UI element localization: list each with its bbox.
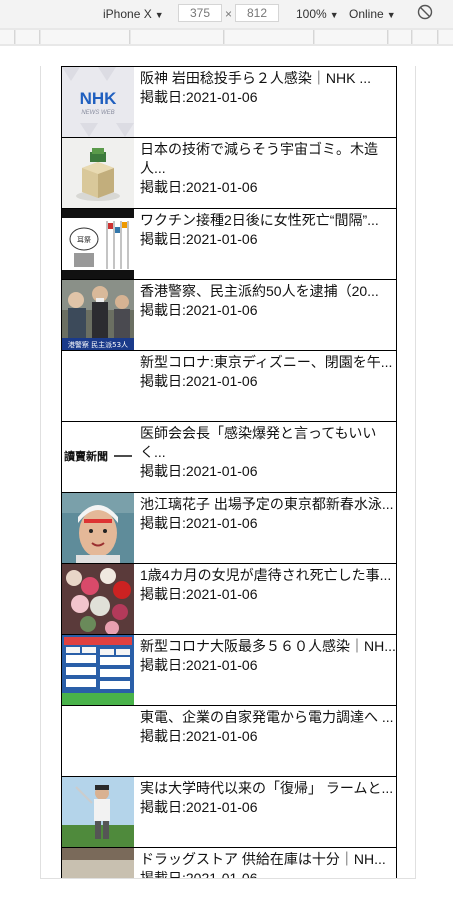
article-thumbnail: 耳祭 — [62, 209, 134, 279]
media-query-ruler[interactable] — [0, 28, 453, 46]
article-date: 掲載日:2021-01-06 — [140, 373, 258, 389]
article-thumbnail: 港警察 民主派53人 — [62, 280, 134, 350]
article-list-item[interactable]: 港警察 民主派53人 香港警察、民主派約50人を逮捕（20... 掲載日:2021-… — [61, 279, 397, 350]
article-title[interactable]: 阪神 岩田稔投手ら２人感染｜NHK ... — [140, 69, 396, 88]
article-date: 掲載日:2021-01-06 — [140, 463, 258, 479]
article-info: 香港警察、民主派約50人を逮捕（20... 掲載日:2021-01-06 — [134, 280, 396, 350]
svg-text:NEWS WEB: NEWS WEB — [81, 110, 114, 116]
article-list-item[interactable]: 新型コロナ:東京ディズニー、閉園を午... 掲載日:2021-01-06 — [61, 350, 397, 421]
article-date: 掲載日:2021-01-06 — [140, 89, 258, 105]
article-title[interactable]: 香港警察、民主派約50人を逮捕（20... — [140, 282, 396, 301]
article-info: 池江璃花子 出場予定の東京都新春水泳... 掲載日:2021-01-06 — [134, 493, 396, 563]
article-list-item[interactable]: 実は大学時代以来の「復帰」 ラームと... 掲載日:2021-01-06 — [61, 776, 397, 847]
svg-text:耳祭: 耳祭 — [77, 235, 91, 244]
svg-text:讀賣新聞: 讀賣新聞 — [64, 449, 108, 463]
article-title[interactable]: 実は大学時代以来の「復帰」 ラームと... — [140, 779, 396, 798]
article-date: 掲載日:2021-01-06 — [140, 799, 258, 815]
article-list-item[interactable]: 1歳4カ月の女児が虐待され死亡した事... 掲載日:2021-01-06 — [61, 563, 397, 634]
article-info: 新型コロナ:東京ディズニー、閉園を午... 掲載日:2021-01-06 — [134, 351, 396, 421]
article-thumbnail — [62, 777, 134, 847]
article-info: 1歳4カ月の女児が虐待され死亡した事... 掲載日:2021-01-06 — [134, 564, 396, 634]
device-name: iPhone X — [103, 7, 152, 21]
device-select[interactable]: iPhone X ▼ — [103, 5, 164, 23]
article-info: 日本の技術で減らそう宇宙ゴミ。木造人... 掲載日:2021-01-06 — [134, 138, 396, 208]
article-thumbnail: 讀賣新聞 — [62, 422, 134, 492]
chevron-down-icon: ▼ — [329, 10, 339, 20]
device-toolbar: iPhone X▼ × 100%▼ Online▼ — [0, 0, 453, 28]
viewport-width-input[interactable] — [178, 4, 222, 22]
article-thumbnail — [62, 848, 134, 878]
article-title[interactable]: 新型コロナ大阪最多５６０人感染｜NH... — [140, 637, 396, 656]
article-date: 掲載日:2021-01-06 — [140, 302, 258, 318]
zoom-select[interactable]: 100% ▼ — [296, 5, 339, 23]
rotate-icon[interactable] — [417, 4, 433, 22]
article-title[interactable]: 新型コロナ:東京ディズニー、閉園を午... — [140, 353, 396, 372]
article-date: 掲載日:2021-01-06 — [140, 586, 258, 602]
article-title[interactable]: 1歳4カ月の女児が虐待され死亡した事... — [140, 566, 396, 585]
network-throttle-select[interactable]: Online ▼ — [349, 5, 396, 23]
article-list-item[interactable]: ドラッグストア 供給在庫は十分｜NH... 掲載日:2021-01-06 — [61, 847, 397, 879]
article-list: NHK NEWS WEB 阪神 岩田稔投手ら２人感染｜NHK ... 掲載日:2021… — [61, 66, 397, 879]
device-viewport: NHK NEWS WEB 阪神 岩田稔投手ら２人感染｜NHK ... 掲載日:2021… — [40, 66, 416, 879]
article-info: ドラッグストア 供給在庫は十分｜NH... 掲載日:2021-01-06 — [134, 848, 396, 879]
chevron-down-icon: ▼ — [154, 10, 164, 20]
article-list-item[interactable]: 池江璃花子 出場予定の東京都新春水泳... 掲載日:2021-01-06 — [61, 492, 397, 563]
zoom-value: 100% — [296, 7, 327, 21]
network-value: Online — [349, 7, 384, 21]
article-list-item[interactable]: 讀賣新聞 医師会会長「感染爆発と言ってもいいく... 掲載日:2021-01-06 — [61, 421, 397, 492]
article-thumbnail — [62, 351, 134, 421]
article-title[interactable]: ワクチン接種2日後に女性死亡“間隔”... — [140, 211, 396, 230]
article-date: 掲載日:2021-01-06 — [140, 515, 258, 531]
article-thumbnail — [62, 493, 134, 563]
svg-text:港警察 民主派53人: 港警察 民主派53人 — [68, 340, 128, 349]
chevron-down-icon: ▼ — [386, 10, 396, 20]
article-thumbnail: NHK NEWS WEB — [62, 67, 134, 137]
svg-text:NHK: NHK — [80, 89, 118, 108]
article-title[interactable]: 日本の技術で減らそう宇宙ゴミ。木造人... — [140, 140, 396, 178]
article-date: 掲載日:2021-01-06 — [140, 231, 258, 247]
article-info: 阪神 岩田稔投手ら２人感染｜NHK ... 掲載日:2021-01-06 — [134, 67, 396, 137]
article-date: 掲載日:2021-01-06 — [140, 179, 258, 195]
article-date: 掲載日:2021-01-06 — [140, 728, 258, 744]
viewport-height-input[interactable] — [235, 4, 279, 22]
article-list-item[interactable]: 耳祭 ワクチン接種2日後に女性死亡“間隔”... 掲載日:2021-01-06 — [61, 208, 397, 279]
article-title[interactable]: 池江璃花子 出場予定の東京都新春水泳... — [140, 495, 396, 514]
article-info: 実は大学時代以来の「復帰」 ラームと... 掲載日:2021-01-06 — [134, 777, 396, 847]
article-list-item[interactable]: 東電、企業の自家発電から電力調達へ ... 掲載日:2021-01-06 — [61, 705, 397, 776]
article-thumbnail — [62, 564, 134, 634]
article-thumbnail — [62, 635, 134, 705]
article-list-item[interactable]: 日本の技術で減らそう宇宙ゴミ。木造人... 掲載日:2021-01-06 — [61, 137, 397, 208]
article-date: 掲載日:2021-01-06 — [140, 657, 258, 673]
article-info: 東電、企業の自家発電から電力調達へ ... 掲載日:2021-01-06 — [134, 706, 396, 776]
article-title[interactable]: 東電、企業の自家発電から電力調達へ ... — [140, 708, 396, 727]
article-info: 医師会会長「感染爆発と言ってもいいく... 掲載日:2021-01-06 — [134, 422, 396, 492]
article-info: 新型コロナ大阪最多５６０人感染｜NH... 掲載日:2021-01-06 — [134, 635, 396, 705]
article-thumbnail — [62, 706, 134, 776]
article-info: ワクチン接種2日後に女性死亡“間隔”... 掲載日:2021-01-06 — [134, 209, 396, 279]
article-title[interactable]: ドラッグストア 供給在庫は十分｜NH... — [140, 850, 396, 869]
article-list-item[interactable]: NHK NEWS WEB 阪神 岩田稔投手ら２人感染｜NHK ... 掲載日:2021… — [61, 66, 397, 137]
article-thumbnail — [62, 138, 134, 208]
article-list-item[interactable]: 新型コロナ大阪最多５６０人感染｜NH... 掲載日:2021-01-06 — [61, 634, 397, 705]
article-title[interactable]: 医師会会長「感染爆発と言ってもいいく... — [140, 424, 396, 462]
article-date: 掲載日:2021-01-06 — [140, 870, 258, 879]
dimension-separator: × — [225, 7, 233, 21]
